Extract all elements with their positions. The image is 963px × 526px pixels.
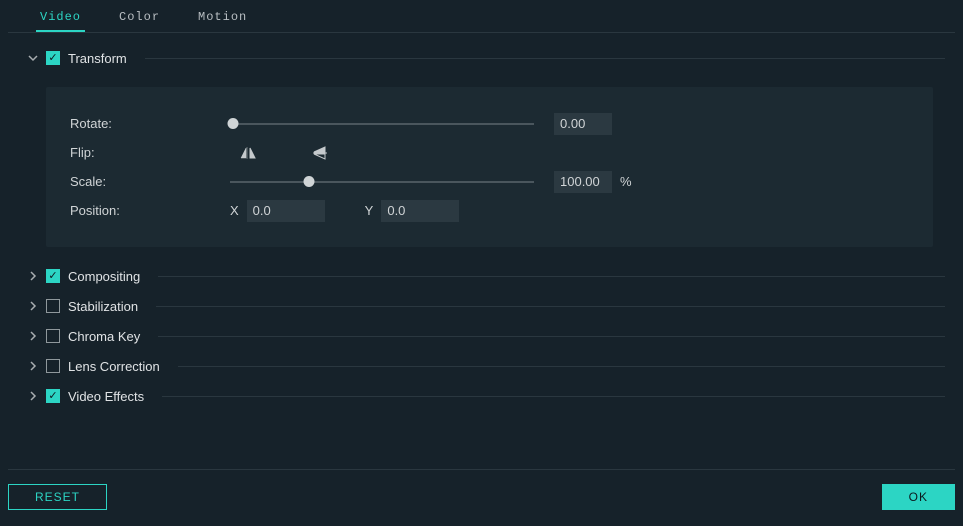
rotate-value-input[interactable] [554, 113, 612, 135]
section-head-videoeffects: ✓ Video Effects [8, 381, 955, 411]
scale-value-input[interactable] [554, 171, 612, 193]
chevron-right-icon[interactable] [28, 361, 38, 371]
checkbox-videoeffects[interactable]: ✓ [46, 389, 60, 403]
chevron-right-icon[interactable] [28, 391, 38, 401]
section-title-transform: Transform [68, 51, 127, 66]
chevron-right-icon[interactable] [28, 271, 38, 281]
rotate-slider[interactable] [230, 114, 534, 134]
tab-motion[interactable]: Motion [194, 4, 251, 32]
scale-slider[interactable] [230, 172, 534, 192]
flip-vertical-icon[interactable] [312, 146, 328, 160]
section-title-videoeffects: Video Effects [68, 389, 144, 404]
chevron-down-icon[interactable] [28, 53, 38, 63]
checkbox-lenscorrection[interactable] [46, 359, 60, 373]
transform-panel: Rotate: Flip: Scale: [46, 87, 933, 247]
chevron-right-icon[interactable] [28, 331, 38, 341]
reset-button[interactable]: RESET [8, 484, 107, 510]
bottom-bar: RESET OK [8, 469, 955, 514]
checkbox-compositing[interactable]: ✓ [46, 269, 60, 283]
scale-label: Scale: [70, 174, 230, 189]
position-label: Position: [70, 203, 230, 218]
rotate-slider-thumb[interactable] [228, 118, 239, 129]
divider [158, 336, 945, 337]
divider [156, 306, 945, 307]
position-y-input[interactable] [381, 200, 459, 222]
tab-video[interactable]: Video [36, 4, 85, 32]
section-title-stabilization: Stabilization [68, 299, 138, 314]
divider [178, 366, 945, 367]
y-label: Y [365, 203, 374, 218]
section-head-lenscorrection: Lens Correction [8, 351, 955, 381]
sections-list: ✓ Transform Rotate: Flip: [8, 33, 955, 411]
section-title-lenscorrection: Lens Correction [68, 359, 160, 374]
section-head-compositing: ✓ Compositing [8, 261, 955, 291]
scale-unit: % [620, 174, 632, 189]
checkbox-transform[interactable]: ✓ [46, 51, 60, 65]
x-label: X [230, 203, 239, 218]
section-head-chromakey: Chroma Key [8, 321, 955, 351]
section-title-chromakey: Chroma Key [68, 329, 140, 344]
section-head-stabilization: Stabilization [8, 291, 955, 321]
rotate-label: Rotate: [70, 116, 230, 131]
ok-button[interactable]: OK [882, 484, 955, 510]
section-head-transform: ✓ Transform [8, 43, 955, 73]
section-title-compositing: Compositing [68, 269, 140, 284]
tab-bar: Video Color Motion [8, 0, 955, 33]
divider [162, 396, 945, 397]
checkbox-stabilization[interactable] [46, 299, 60, 313]
divider [145, 58, 945, 59]
chevron-right-icon[interactable] [28, 301, 38, 311]
checkbox-chromakey[interactable] [46, 329, 60, 343]
flip-label: Flip: [70, 145, 230, 160]
scale-slider-thumb[interactable] [304, 176, 315, 187]
position-x-input[interactable] [247, 200, 325, 222]
tab-color[interactable]: Color [115, 4, 164, 32]
flip-horizontal-icon[interactable] [240, 146, 256, 160]
divider [158, 276, 945, 277]
